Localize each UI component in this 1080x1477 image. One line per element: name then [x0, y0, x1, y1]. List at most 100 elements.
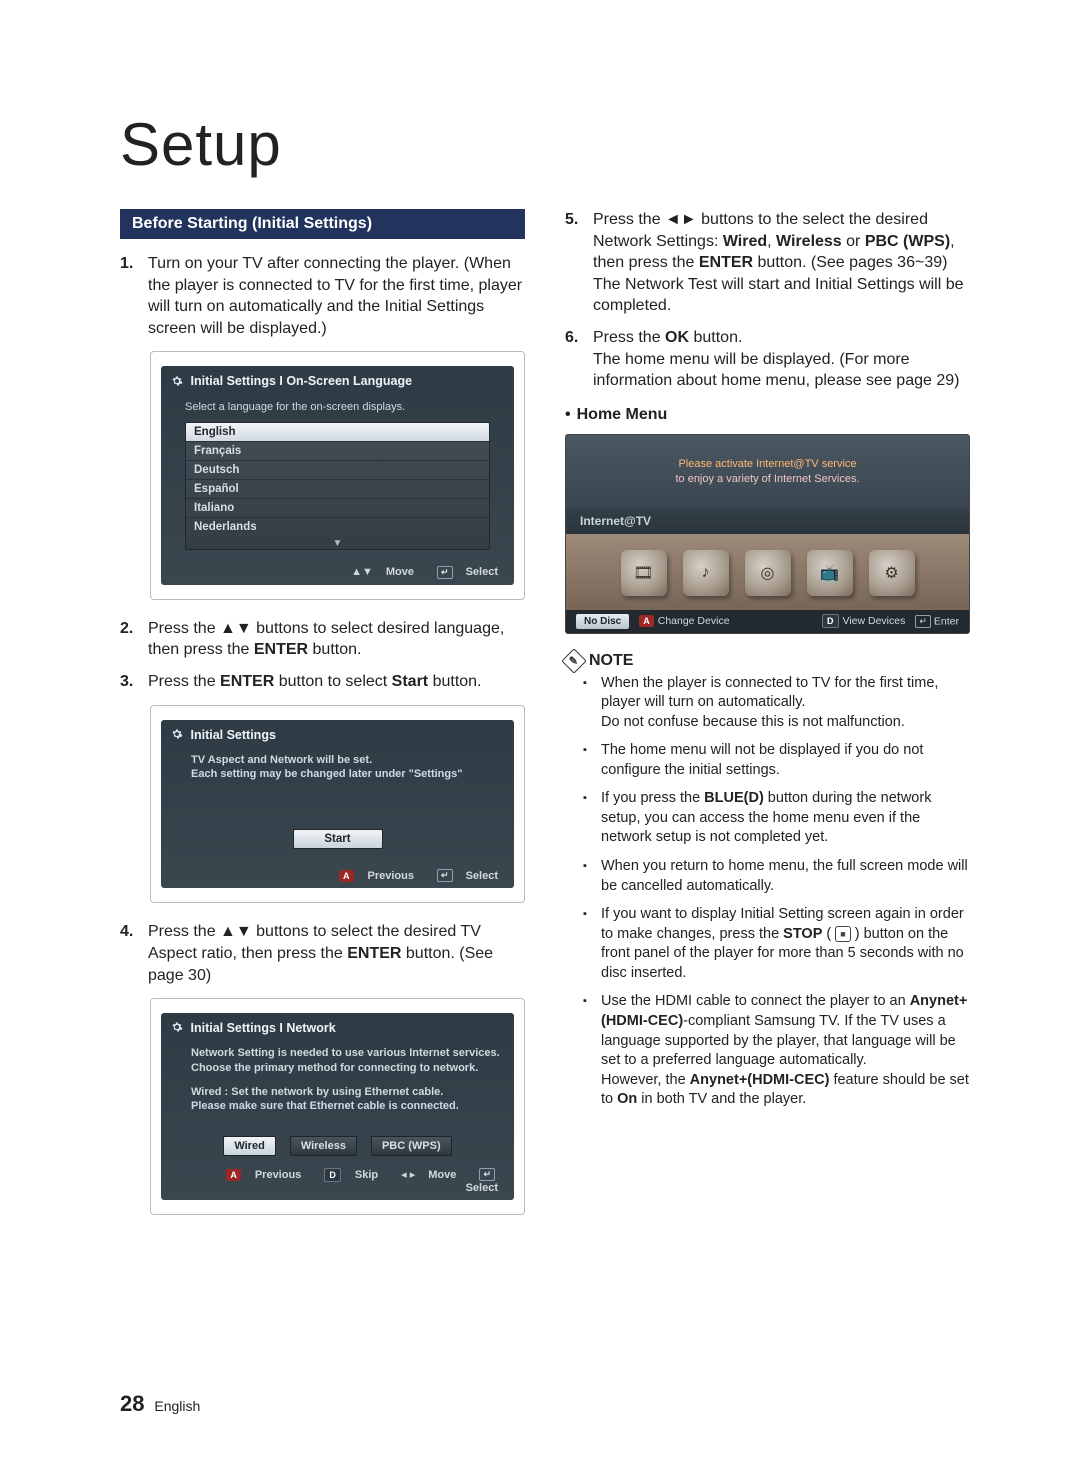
step-3-number: 3.: [120, 671, 148, 693]
note-header: ✎ NOTE: [565, 652, 970, 670]
note-item-6: Use the HDMI cable to connect the player…: [601, 992, 970, 1109]
card-music[interactable]: ♪: [683, 550, 729, 596]
step-1: 1. Turn on your TV after connecting the …: [120, 253, 525, 339]
osd-network-msg1: Network Setting is needed to use various…: [191, 1047, 500, 1059]
step-6: 6. Press the OK button. The home menu wi…: [565, 327, 970, 392]
a-badge-icon: A: [639, 615, 654, 627]
osd-network-title-text: Initial Settings I Network: [190, 1021, 335, 1035]
chevron-down-icon: ▼: [186, 536, 489, 549]
osd-start-title-text: Initial Settings: [190, 728, 275, 742]
note-item-4: When you return to home menu, the full s…: [601, 857, 970, 896]
language-list[interactable]: English Français Deutsch Español Italian…: [185, 422, 490, 550]
step-3-text: Press the ENTER button to select Start b…: [148, 671, 525, 693]
osd3-move-label: Move: [428, 1169, 456, 1181]
card-internet[interactable]: 📺: [807, 550, 853, 596]
network-wireless-button[interactable]: Wireless: [290, 1136, 357, 1156]
home-menu-label: Home Menu: [577, 406, 668, 423]
step-5-text: Press the ◄► buttons to the select the d…: [593, 209, 970, 317]
home-menu-cards: 🎞 ♪ ◎ 📺 ⚙: [566, 534, 969, 610]
note-item-1: When the player is connected to TV for t…: [601, 674, 970, 733]
home-menu-osd: Please activate Internet@TV service to e…: [565, 434, 970, 634]
osd1-select-label: Select: [466, 566, 498, 578]
step-2-number: 2.: [120, 618, 148, 661]
osd2-previous-label: Previous: [368, 870, 414, 882]
note-item-3: If you press the BLUE(D) button during t…: [601, 789, 970, 848]
d-badge-icon: D: [324, 1168, 341, 1182]
note-icon: ✎: [561, 648, 586, 673]
osd-start: Initial Settings TV Aspect and Network w…: [150, 705, 525, 904]
home-menu-footer: No Disc A Change Device D View Devices ↵En…: [566, 610, 969, 633]
note-label: NOTE: [589, 652, 633, 670]
gear-icon: [171, 375, 183, 390]
note-item-2: The home menu will not be displayed if y…: [601, 741, 970, 780]
step-1-text: Turn on your TV after connecting the pla…: [148, 253, 525, 339]
step-6-text: Press the OK button. The home menu will …: [593, 327, 970, 392]
enter-label: Enter: [934, 615, 959, 627]
enter-icon: ↵: [437, 566, 453, 579]
step-1-number: 1.: [120, 253, 148, 339]
page-language: English: [154, 1398, 200, 1414]
card-photos[interactable]: ◎: [745, 550, 791, 596]
osd-start-msg1: TV Aspect and Network will be set.: [191, 754, 372, 766]
a-badge-icon: A: [226, 1169, 241, 1181]
osd-network-title: Initial Settings I Network: [171, 1021, 504, 1042]
step-2: 2. Press the ▲▼ buttons to select desire…: [120, 618, 525, 661]
network-pbc-button[interactable]: PBC (WPS): [371, 1136, 452, 1156]
osd-language-title: Initial Settings I On-Screen Language: [171, 374, 504, 395]
lang-option-nederlands[interactable]: Nederlands: [186, 517, 489, 536]
a-badge-icon: A: [339, 870, 354, 882]
osd-language-title-text: Initial Settings I On-Screen Language: [190, 374, 412, 388]
enter-icon: ↵: [915, 615, 931, 628]
status-no-disc: No Disc: [576, 614, 629, 629]
step-5: 5. Press the ◄► buttons to the select th…: [565, 209, 970, 317]
step-5-number: 5.: [565, 209, 593, 317]
home-banner-line1: Please activate Internet@TV service: [576, 457, 959, 472]
osd3-select-label: Select: [466, 1182, 498, 1194]
home-menu-banner: Please activate Internet@TV service to e…: [566, 435, 969, 508]
page-number: 28: [120, 1391, 144, 1416]
note-item-5: If you want to display Initial Setting s…: [601, 905, 970, 983]
osd3-skip-label: Skip: [355, 1169, 378, 1181]
lang-option-francais[interactable]: Français: [186, 441, 489, 460]
card-settings[interactable]: ⚙: [869, 550, 915, 596]
osd-network-msg2: Choose the primary method for connecting…: [191, 1062, 478, 1074]
osd-language-prompt-text: Select a language for the on-screen disp…: [185, 401, 405, 413]
lang-option-italiano[interactable]: Italiano: [186, 498, 489, 517]
osd-start-title: Initial Settings: [171, 728, 504, 749]
lang-option-espanol[interactable]: Español: [186, 479, 489, 498]
enter-icon: ↵: [479, 1168, 495, 1181]
osd-network: Initial Settings I Network Network Setti…: [150, 998, 525, 1214]
change-device-label: Change Device: [658, 615, 730, 627]
osd-language-prompt: Select a language for the on-screen disp…: [171, 396, 504, 422]
page-title: Setup: [120, 110, 970, 179]
home-menu-heading: •Home Menu: [565, 406, 970, 424]
step-2-text: Press the ▲▼ buttons to select desired l…: [148, 618, 525, 661]
card-videos[interactable]: 🎞: [621, 550, 667, 596]
step-4-number: 4.: [120, 921, 148, 986]
view-devices-label: View Devices: [843, 615, 906, 627]
step-6-number: 6.: [565, 327, 593, 392]
note-list: When the player is connected to TV for t…: [565, 674, 970, 1110]
network-wired-button[interactable]: Wired: [223, 1136, 275, 1156]
step-4: 4. Press the ▲▼ buttons to select the de…: [120, 921, 525, 986]
section-header: Before Starting (Initial Settings): [120, 209, 525, 239]
stop-icon: ■: [835, 926, 850, 942]
start-button[interactable]: Start: [293, 829, 383, 849]
network-method-buttons: Wired Wireless PBC (WPS): [171, 1136, 504, 1156]
internet-tv-label: Internet@TV: [566, 508, 969, 534]
lang-option-english[interactable]: English: [186, 423, 489, 441]
gear-icon: [171, 728, 183, 743]
page-number-footer: 28 English: [120, 1391, 200, 1417]
enter-icon: ↵: [437, 869, 453, 882]
osd-language: Initial Settings I On-Screen Language Se…: [150, 351, 525, 600]
home-banner-line2: to enjoy a variety of Internet Services.: [576, 472, 959, 487]
d-badge-icon: D: [822, 614, 839, 628]
osd2-select-label: Select: [466, 870, 498, 882]
osd3-previous-label: Previous: [255, 1169, 301, 1181]
lang-option-deutsch[interactable]: Deutsch: [186, 460, 489, 479]
move-icon: ◂ ▸: [401, 1168, 415, 1181]
osd-start-msg2: Each setting may be changed later under …: [191, 768, 462, 780]
step-4-text: Press the ▲▼ buttons to select the desir…: [148, 921, 525, 986]
move-icon: ▲▼: [351, 566, 373, 578]
osd-network-msg4: Please make sure that Ethernet cable is …: [191, 1100, 459, 1112]
